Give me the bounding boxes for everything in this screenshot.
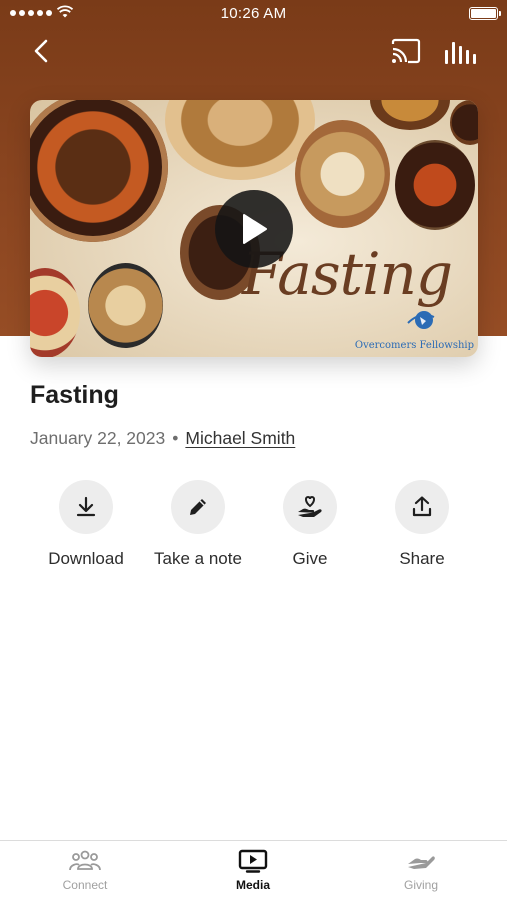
share-label: Share — [399, 549, 445, 568]
church-logo-text: Overcomers Fellowship — [354, 340, 474, 351]
media-meta: January 22, 2023 • Michael Smith — [30, 428, 295, 449]
share-button[interactable]: Share — [366, 480, 478, 569]
media-thumbnail[interactable]: Fasting Overcomers Fellowship — [30, 100, 478, 357]
give-circle[interactable] — [283, 480, 337, 534]
tab-giving[interactable]: Giving — [366, 849, 476, 892]
nut-bowl — [295, 120, 390, 228]
hand-heart-icon — [298, 495, 322, 517]
cast-icon — [391, 38, 421, 64]
download-icon — [76, 496, 96, 517]
globe-logo-icon — [407, 311, 435, 329]
dried-fruit-bowl — [30, 268, 80, 357]
equalizer-icon — [445, 42, 476, 64]
dried-fruit-bowl — [395, 140, 475, 230]
status-bar: 10:26 AM — [0, 0, 507, 28]
nut-bowl — [165, 100, 315, 180]
tab-giving-label: Giving — [403, 878, 438, 892]
battery-icon — [469, 7, 501, 20]
media-title: Fasting — [30, 381, 119, 409]
download-label: Download — [48, 549, 124, 568]
take-note-button[interactable]: Take a note — [142, 480, 254, 569]
share-circle[interactable] — [395, 480, 449, 534]
give-label: Give — [292, 549, 328, 568]
status-time: 10:26 AM — [220, 5, 287, 22]
tab-connect-label: Connect — [62, 878, 108, 892]
bottom-tab-bar: Connect Media Giving — [0, 840, 507, 900]
play-icon — [243, 214, 267, 244]
take-note-label: Take a note — [154, 549, 242, 568]
meta-separator: • — [172, 428, 179, 448]
give-button[interactable]: Give — [254, 480, 366, 569]
action-row: Download Take a note Give Share — [0, 480, 507, 580]
dried-fruit-bowl — [30, 100, 168, 242]
media-date: January 22, 2023 — [30, 428, 166, 448]
dates-bowl — [450, 100, 478, 145]
audio-button[interactable] — [443, 36, 477, 68]
take-note-circle[interactable] — [171, 480, 225, 534]
share-icon — [412, 496, 432, 517]
people-icon — [69, 850, 101, 871]
cast-button[interactable] — [390, 36, 422, 68]
play-button[interactable] — [215, 190, 293, 268]
tab-connect[interactable]: Connect — [30, 849, 140, 892]
pencil-icon — [190, 499, 206, 515]
download-circle[interactable] — [59, 480, 113, 534]
tab-media[interactable]: Media — [198, 849, 308, 892]
pastry-bowl — [370, 100, 450, 130]
chevron-left-icon — [34, 39, 48, 63]
media-player-icon — [238, 849, 268, 873]
tab-media-label: Media — [235, 878, 270, 892]
giving-hand-icon — [408, 856, 435, 869]
download-button[interactable]: Download — [30, 480, 142, 569]
back-button[interactable] — [24, 34, 58, 68]
author-link[interactable]: Michael Smith — [185, 428, 295, 449]
nut-bowl — [88, 263, 163, 348]
